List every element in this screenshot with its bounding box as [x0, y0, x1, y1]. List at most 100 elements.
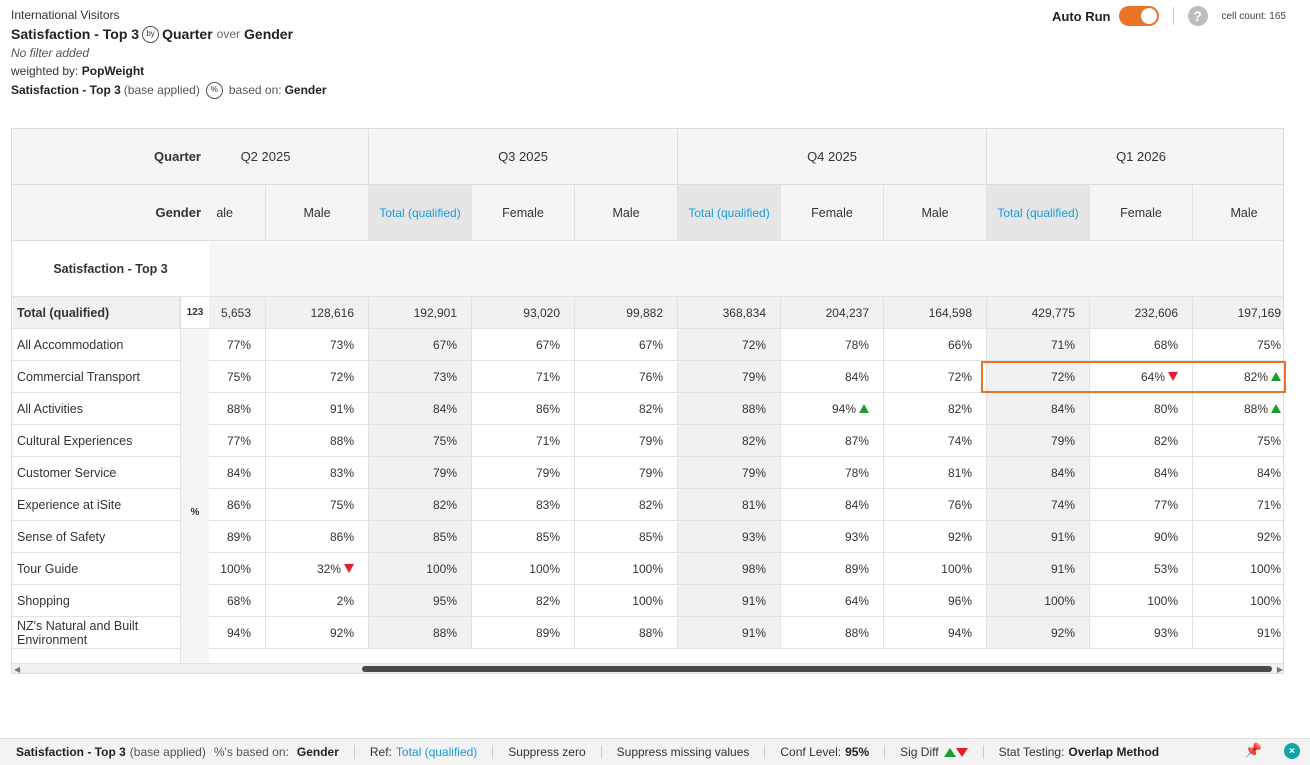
data-cell[interactable]: 53%	[1090, 553, 1193, 585]
total-qualified-header[interactable]: Total (qualified)	[678, 185, 781, 241]
data-cell[interactable]: 81%	[678, 489, 781, 521]
data-cell[interactable]: 79%	[472, 457, 575, 489]
quarter-header[interactable]: Q4 2025	[678, 129, 987, 185]
gender-header[interactable]: Female	[781, 185, 884, 241]
scroll-right-icon[interactable]: ▶	[1277, 665, 1283, 673]
data-cell[interactable]: 78%	[781, 457, 884, 489]
data-cell[interactable]: 74%	[884, 425, 987, 457]
data-cell[interactable]: 67%	[472, 329, 575, 361]
data-cell[interactable]: 68%	[1090, 329, 1193, 361]
data-cell[interactable]: 88%	[369, 617, 472, 649]
data-cell[interactable]: 100%	[884, 553, 987, 585]
data-cell[interactable]: 91%	[987, 521, 1090, 553]
data-cell[interactable]: 85%	[472, 521, 575, 553]
data-cell[interactable]: 67%	[369, 329, 472, 361]
data-cell[interactable]: 93,020	[472, 297, 575, 329]
row-label[interactable]: Tour Guide	[12, 553, 180, 585]
data-cell[interactable]: 68%	[209, 585, 266, 617]
data-cell[interactable]: 100%	[1090, 585, 1193, 617]
data-cell[interactable]: 79%	[678, 457, 781, 489]
data-cell[interactable]: 92%	[987, 617, 1090, 649]
data-cell[interactable]: 88%	[575, 617, 678, 649]
data-cell[interactable]: 91%	[678, 585, 781, 617]
total-qualified-header[interactable]: Total (qualified)	[987, 185, 1090, 241]
data-cell[interactable]: 84%	[781, 361, 884, 393]
data-cell[interactable]: 75%	[209, 361, 266, 393]
data-cell[interactable]: 82%	[1090, 425, 1193, 457]
horizontal-scrollbar[interactable]: ◀ ▶	[12, 663, 1283, 673]
data-cell[interactable]: 89%	[209, 521, 266, 553]
data-cell[interactable]: 100%	[472, 553, 575, 585]
data-cell[interactable]: 192,901	[369, 297, 472, 329]
data-cell[interactable]: 83%	[472, 489, 575, 521]
data-cell[interactable]: 73%	[266, 329, 369, 361]
data-cell[interactable]: 71%	[1193, 489, 1283, 521]
quarter-header[interactable]: Q2 2025	[209, 129, 369, 185]
conf-level[interactable]: Conf Level: 95%	[780, 745, 869, 759]
close-icon[interactable]: ×	[1284, 743, 1300, 759]
data-cell[interactable]: 91%	[987, 553, 1090, 585]
data-cell[interactable]: 232,606	[1090, 297, 1193, 329]
data-cell[interactable]: 93%	[1090, 617, 1193, 649]
data-cell[interactable]: 79%	[987, 425, 1090, 457]
data-cell[interactable]: 197,169	[1193, 297, 1283, 329]
data-cell[interactable]: 75%	[266, 489, 369, 521]
row-label[interactable]: Shopping	[12, 585, 180, 617]
data-cell[interactable]: 204,237	[781, 297, 884, 329]
data-cell[interactable]: 73%	[369, 361, 472, 393]
data-cell[interactable]: 92%	[266, 617, 369, 649]
data-cell[interactable]: 128,616	[266, 297, 369, 329]
data-cell[interactable]: 100%	[1193, 585, 1283, 617]
data-cell[interactable]: 100%	[369, 553, 472, 585]
data-cell[interactable]: 87%	[781, 425, 884, 457]
data-cell[interactable]: 100%	[575, 585, 678, 617]
suppress-zero[interactable]: Suppress zero	[508, 745, 585, 759]
sig-diff[interactable]: Sig Diff	[900, 745, 968, 759]
filter-status[interactable]: No filter added	[11, 44, 327, 62]
data-cell[interactable]: 82%	[1193, 361, 1283, 393]
data-cell[interactable]: 82%	[575, 393, 678, 425]
row-label[interactable]: All Accommodation	[12, 329, 180, 361]
help-icon[interactable]: ?	[1187, 6, 1208, 26]
data-cell[interactable]: 82%	[369, 489, 472, 521]
gender-header[interactable]: ale	[209, 185, 266, 241]
data-cell[interactable]: 83%	[266, 457, 369, 489]
data-cell[interactable]: 82%	[575, 489, 678, 521]
data-cell[interactable]: 2%	[266, 585, 369, 617]
table-scroll-area[interactable]: Q2 2025 Q3 2025 Q4 2025 Q1 2026 ale Male Total…	[209, 129, 1283, 663]
data-cell[interactable]: 96%	[884, 585, 987, 617]
data-cell[interactable]: 72%	[266, 361, 369, 393]
footer-base[interactable]: Satisfaction - Top 3 (base applied) %'s …	[16, 745, 339, 759]
data-cell[interactable]: 84%	[209, 457, 266, 489]
data-cell[interactable]: 100%	[987, 585, 1090, 617]
data-cell[interactable]: 88%	[781, 617, 884, 649]
data-cell[interactable]: 86%	[472, 393, 575, 425]
data-cell[interactable]: 88%	[678, 393, 781, 425]
stat-testing[interactable]: Stat Testing: Overlap Method	[999, 745, 1160, 759]
data-cell[interactable]: 91%	[266, 393, 369, 425]
row-label[interactable]: Experience at iSite	[12, 489, 180, 521]
data-cell[interactable]: 100%	[209, 553, 266, 585]
data-cell[interactable]: 95%	[369, 585, 472, 617]
data-cell[interactable]: 368,834	[678, 297, 781, 329]
gender-header[interactable]: Female	[1090, 185, 1193, 241]
data-cell[interactable]: 71%	[987, 329, 1090, 361]
data-cell[interactable]: 92%	[1193, 521, 1283, 553]
row-label[interactable]: Customer Service	[12, 457, 180, 489]
data-cell[interactable]: 91%	[678, 617, 781, 649]
data-cell[interactable]: 80%	[1090, 393, 1193, 425]
suppress-missing[interactable]: Suppress missing values	[617, 745, 750, 759]
data-cell[interactable]: 76%	[884, 489, 987, 521]
scroll-left-icon[interactable]: ◀	[14, 665, 20, 673]
row-label[interactable]: Commercial Transport	[12, 361, 180, 393]
data-cell[interactable]: 75%	[1193, 425, 1283, 457]
data-cell[interactable]: 164,598	[884, 297, 987, 329]
data-cell[interactable]: 92%	[884, 521, 987, 553]
gender-header[interactable]: Male	[575, 185, 678, 241]
data-cell[interactable]: 98%	[678, 553, 781, 585]
data-cell[interactable]: 79%	[369, 457, 472, 489]
total-qualified-header[interactable]: Total (qualified)	[369, 185, 472, 241]
data-cell[interactable]: 75%	[369, 425, 472, 457]
data-cell[interactable]: 94%	[781, 393, 884, 425]
footer-ref[interactable]: Ref: Total (qualified)	[370, 745, 477, 759]
